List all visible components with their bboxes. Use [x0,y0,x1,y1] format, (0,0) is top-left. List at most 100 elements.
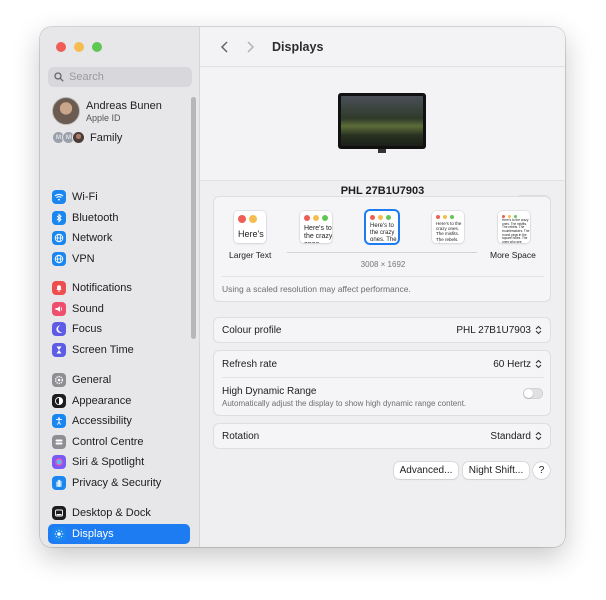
colour-profile-value: PHL 27B1U7903 [456,324,531,336]
hdr-description: Automatically adjust the display to show… [222,399,467,408]
vpn-globe-icon [52,251,66,266]
sidebar-item-label: Bluetooth [72,211,119,224]
back-button[interactable] [214,37,234,57]
sidebar-item-sound[interactable]: Sound [48,299,190,319]
sidebar-nav: Wi-Fi Bluetooth Network VPN Notifications Sou… [48,27,190,547]
sidebar-item-label: VPN [72,252,95,265]
sidebar-item-label: Desktop & Dock [72,507,151,519]
resolution-slider-line [287,252,477,253]
sidebar-item-label: Accessibility [72,415,132,427]
rotation-popup[interactable]: Standard [490,431,542,442]
rotation-label: Rotation [222,430,260,442]
sidebar-scrollbar[interactable] [191,97,196,339]
refresh-hdr-card: Refresh rate 60 Hertz High Dynamic Range… [213,350,551,416]
sidebar-item-network[interactable]: Network [48,228,190,248]
sidebar-item-wi-fi[interactable]: Wi-Fi [48,187,190,207]
help-button[interactable]: ? [533,462,550,479]
sidebar-item-label: Wi-Fi [72,191,98,203]
divider [222,377,544,378]
sidebar-item-label: Privacy & Security [72,476,162,489]
resolution-option-2[interactable]: Here's to the crazy ones. The misfits. T… [300,211,332,243]
display-arrangement: PHL 27B1U7903 + [200,67,565,211]
sidebar-item-vpn[interactable]: VPN [48,249,190,269]
sidebar-item-bluetooth[interactable]: Bluetooth [48,208,190,228]
resolution-option-larger-text[interactable]: Here's to the crazy ones. The misfits. T… [234,211,266,243]
accessibility-icon [52,414,66,428]
wifi-icon [52,190,66,204]
hourglass-icon [52,342,66,357]
hdr-toggle[interactable] [523,388,543,399]
resolution-option-4[interactable]: Here's to the crazy ones. The misfits. T… [432,211,464,243]
sidebar-item-wallpaper[interactable]: Wallpaper [48,544,190,547]
sidebar-item-notifications[interactable]: Notifications [48,278,190,298]
sidebar-group: General Appearance Accessibility Control Ce… [48,370,190,493]
dock-icon [52,506,66,520]
sun-icon [52,526,66,541]
resolution-dimensions: 3008 × 1692 [360,260,406,269]
bell-icon [52,281,66,295]
sidebar-item-appearance[interactable]: Appearance [48,391,190,411]
updown-chevron-icon [535,325,542,335]
hdr-label: High Dynamic Range [222,386,317,397]
rotation-row[interactable]: Rotation Standard [213,423,551,449]
colour-profile-popup[interactable]: PHL 27B1U7903 [456,325,542,336]
control-centre-icon [52,434,66,449]
forward-button[interactable] [240,37,260,57]
appearance-icon [52,393,66,408]
rotation-value: Standard [490,430,531,442]
toolbar: Displays [200,27,565,67]
sidebar-item-control-centre[interactable]: Control Centre [48,432,190,452]
larger-text-label: Larger Text [229,250,272,260]
sidebar-item-screen-time[interactable]: Screen Time [48,340,190,360]
sidebar-group: Notifications Sound Focus Screen Time [48,278,190,360]
sidebar-item-label: Focus [72,323,102,335]
monitor-thumbnail[interactable] [338,93,426,149]
updown-chevron-icon [535,359,542,369]
siri-icon [52,455,66,469]
hand-icon [52,475,66,490]
sidebar-item-desktop-dock[interactable]: Desktop & Dock [48,503,190,523]
globe-icon [52,231,66,245]
more-space-label: More Space [490,250,536,260]
colour-profile-row[interactable]: Colour profile PHL 27B1U7903 [213,317,551,343]
bluetooth-icon [52,210,66,225]
sidebar-group: Wi-Fi Bluetooth Network VPN [48,187,190,269]
resolution-sample-text: Here's to the crazy ones. The misfits. T… [502,218,530,243]
resolution-sample-text: Here's to the crazy ones. The misfits. T… [436,221,462,243]
sidebar-item-label: Appearance [72,394,132,407]
refresh-rate-row[interactable]: Refresh rate 60 Hertz [222,351,542,377]
resolution-sample-text: Here's to the crazy ones. The misfits. T… [304,225,332,243]
sidebar-item-label: General [72,374,112,386]
resolution-option-selected[interactable]: Here's to the crazy ones. The misfits. T… [366,211,398,243]
main-pane: Displays PHL 27B1U7903 + Here's to the c… [200,27,565,547]
resolution-note: Using a scaled resolution may affect per… [222,284,411,294]
chevron-left-icon [220,40,228,53]
sidebar-item-siri-spotlight[interactable]: Siri & Spotlight [48,452,190,472]
sidebar-item-privacy-security[interactable]: Privacy & Security [48,473,190,493]
night-shift-button[interactable]: Night Shift... [463,462,529,479]
updown-chevron-icon [535,431,542,441]
sidebar-item-label: Network [72,232,113,244]
page-title: Displays [272,39,324,54]
settings-window: Andreas Bunen Apple ID M M Family Wi-FiB… [40,27,565,547]
gear-icon [52,373,66,387]
sidebar-item-accessibility[interactable]: Accessibility [48,411,190,431]
resolution-sample-text: Here's to the crazy ones. The misfits. T… [370,223,397,243]
sidebar-item-displays[interactable]: Displays [48,523,190,544]
resolution-sample-text: Here's to the crazy ones. The misfits. T… [238,229,266,239]
resolution-option-more-space[interactable]: Here's to the crazy ones. The misfits. T… [498,211,530,243]
sidebar-item-label: Sound [72,302,104,315]
sidebar-item-label: Control Centre [72,435,144,448]
refresh-rate-popup[interactable]: 60 Hertz [493,359,542,370]
sidebar-group: Desktop & DockDisplaysWallpaperScreen Sa… [48,503,190,547]
sidebar-item-label: Notifications [72,282,132,294]
monitor-stand [378,149,386,153]
colour-profile-label: Colour profile [222,324,282,336]
sidebar-item-general[interactable]: General [48,370,190,390]
sidebar-item-focus[interactable]: Focus [48,319,190,339]
moon-icon [52,322,66,336]
speaker-icon [52,301,66,316]
resolution-card: Here's to the crazy ones. The misfits. T… [213,196,551,302]
advanced-button[interactable]: Advanced... [394,462,458,479]
divider [222,276,544,277]
